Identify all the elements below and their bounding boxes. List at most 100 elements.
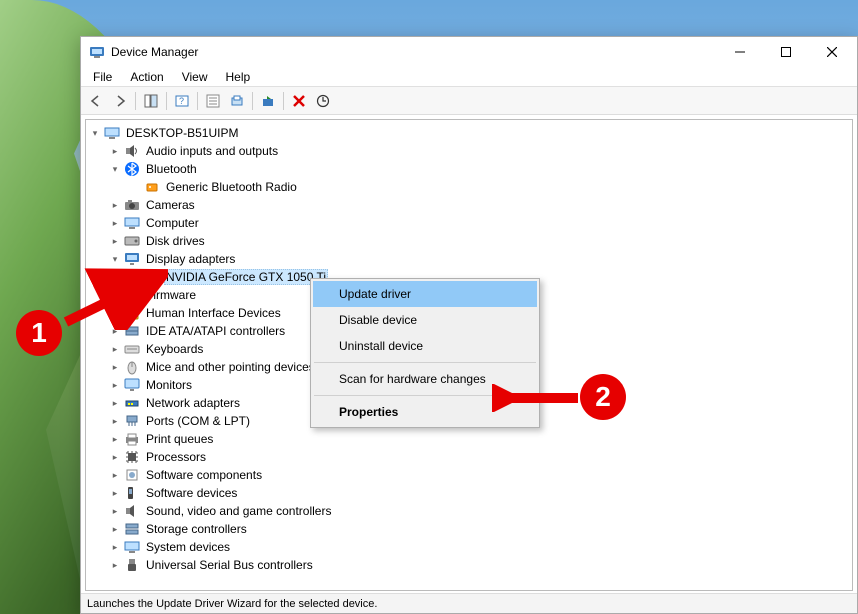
device-category-icon [124, 521, 140, 537]
tree-node-label: Network adapters [144, 396, 242, 410]
tree-node[interactable]: ▸ System devices [106, 538, 852, 556]
forward-button[interactable] [109, 90, 131, 112]
tree-node[interactable]: ▸ Universal Serial Bus controllers [106, 556, 852, 574]
tree-node[interactable]: ▸Processors [106, 448, 852, 466]
chevron-right-icon[interactable]: ▸ [108, 342, 122, 356]
tree-root-label: DESKTOP-B51UIPM [124, 126, 240, 140]
tree-node-label: Keyboards [144, 342, 205, 356]
chevron-right-icon[interactable]: ▸ [108, 504, 122, 518]
help-toolbar-button[interactable]: ? [171, 90, 193, 112]
maximize-button[interactable] [763, 37, 809, 67]
tree-node-label: Software devices [144, 486, 239, 500]
toolbar-separator [283, 92, 284, 110]
tree-node[interactable]: ▸Software components [106, 466, 852, 484]
chevron-right-icon[interactable]: ▸ [108, 216, 122, 230]
enable-button[interactable] [312, 90, 334, 112]
chevron-right-icon[interactable]: ▸ [108, 396, 122, 410]
window-title: Device Manager [111, 45, 198, 59]
tree-leaf-node[interactable]: Generic Bluetooth Radio [126, 178, 852, 196]
tree-node-label: Mice and other pointing devices [144, 360, 317, 374]
menubar: File Action View Help [81, 67, 857, 87]
uninstall-button[interactable] [288, 90, 310, 112]
tree-node[interactable]: ▸ Print queues [106, 430, 852, 448]
device-category-icon [124, 143, 140, 159]
chevron-down-icon[interactable]: ▾ [108, 162, 122, 176]
minimize-icon [735, 47, 745, 57]
close-button[interactable] [809, 37, 855, 67]
chevron-right-icon[interactable]: ▸ [108, 486, 122, 500]
chevron-right-icon[interactable]: ▸ [108, 432, 122, 446]
tree-node[interactable]: ▾ Bluetooth [106, 160, 852, 178]
chevron-right-icon[interactable]: ▸ [108, 414, 122, 428]
chevron-right-icon[interactable]: ▸ [108, 144, 122, 158]
menu-file[interactable]: File [85, 68, 120, 86]
back-button[interactable] [85, 90, 107, 112]
tree-node-label: Cameras [144, 198, 197, 212]
device-category-icon [124, 197, 140, 213]
tree-node-label: Print queues [144, 432, 215, 446]
chevron-right-icon[interactable]: ▸ [108, 360, 122, 374]
scan-hardware-button[interactable] [257, 90, 279, 112]
tree-node[interactable]: ▸Sound, video and game controllers [106, 502, 852, 520]
tree-node-label: System devices [144, 540, 232, 554]
annotation-arrow-1 [58, 268, 168, 330]
toolbar: ? [81, 87, 857, 115]
tree-node[interactable]: ▸Computer [106, 214, 852, 232]
context-uninstall-device[interactable]: Uninstall device [313, 333, 537, 359]
chevron-right-icon[interactable]: ▸ [108, 522, 122, 536]
forward-arrow-icon [113, 94, 127, 108]
device-category-icon [124, 485, 140, 501]
tree-node-label: Monitors [144, 378, 194, 392]
back-arrow-icon [89, 94, 103, 108]
tree-leaf-label: Generic Bluetooth Radio [164, 180, 299, 194]
annotation-arrow-2 [492, 384, 584, 412]
tree-node-label: Bluetooth [144, 162, 199, 176]
context-disable-device[interactable]: Disable device [313, 307, 537, 333]
chevron-down-icon[interactable]: ▾ [108, 252, 122, 266]
context-update-driver[interactable]: Update driver [313, 281, 537, 307]
tree-node[interactable]: ▸Storage controllers [106, 520, 852, 538]
tree-node[interactable]: ▸ Disk drives [106, 232, 852, 250]
toolbar-separator [197, 92, 198, 110]
device-category-icon [124, 359, 140, 375]
toolbar-separator [135, 92, 136, 110]
device-category-icon [124, 395, 140, 411]
titlebar[interactable]: Device Manager [81, 37, 857, 67]
tree-node[interactable]: ▾ Display adapters [106, 250, 852, 268]
device-category-icon [124, 503, 140, 519]
tree-node[interactable]: ▸ Audio inputs and outputs [106, 142, 852, 160]
console-tree-icon [144, 94, 158, 108]
tree-node-label: Disk drives [144, 234, 207, 248]
tree-node-label: Audio inputs and outputs [144, 144, 280, 158]
tree-root-node[interactable]: ▾ DESKTOP-B51UIPM [86, 124, 852, 142]
tree-node[interactable]: ▸ Software devices [106, 484, 852, 502]
device-category-icon [124, 413, 140, 429]
menu-help[interactable]: Help [218, 68, 259, 86]
menu-view[interactable]: View [174, 68, 216, 86]
twisty-none [128, 180, 142, 194]
minimize-button[interactable] [717, 37, 763, 67]
chevron-right-icon[interactable]: ▸ [108, 378, 122, 392]
menu-action[interactable]: Action [122, 68, 171, 86]
tree-node[interactable]: ▸ Cameras [106, 196, 852, 214]
tree-leaf-label: NVIDIA GeForce GTX 1050 Ti [164, 269, 328, 285]
device-category-icon [124, 539, 140, 555]
show-hide-console-button[interactable] [140, 90, 162, 112]
chevron-down-icon[interactable]: ▾ [88, 126, 102, 140]
tree-node-label: Universal Serial Bus controllers [144, 558, 315, 572]
maximize-icon [781, 47, 791, 57]
update-driver-icon [230, 94, 244, 108]
chevron-right-icon[interactable]: ▸ [108, 198, 122, 212]
chevron-right-icon[interactable]: ▸ [108, 234, 122, 248]
toolbar-separator [166, 92, 167, 110]
chevron-right-icon[interactable]: ▸ [108, 450, 122, 464]
device-category-icon [124, 251, 140, 267]
action2-button[interactable] [226, 90, 248, 112]
chevron-right-icon[interactable]: ▸ [108, 468, 122, 482]
chevron-right-icon[interactable]: ▸ [108, 540, 122, 554]
chevron-right-icon[interactable]: ▸ [108, 558, 122, 572]
tree-node-label: Display adapters [144, 252, 237, 266]
action1-button[interactable] [202, 90, 224, 112]
device-icon [144, 179, 160, 195]
device-category-icon [124, 467, 140, 483]
